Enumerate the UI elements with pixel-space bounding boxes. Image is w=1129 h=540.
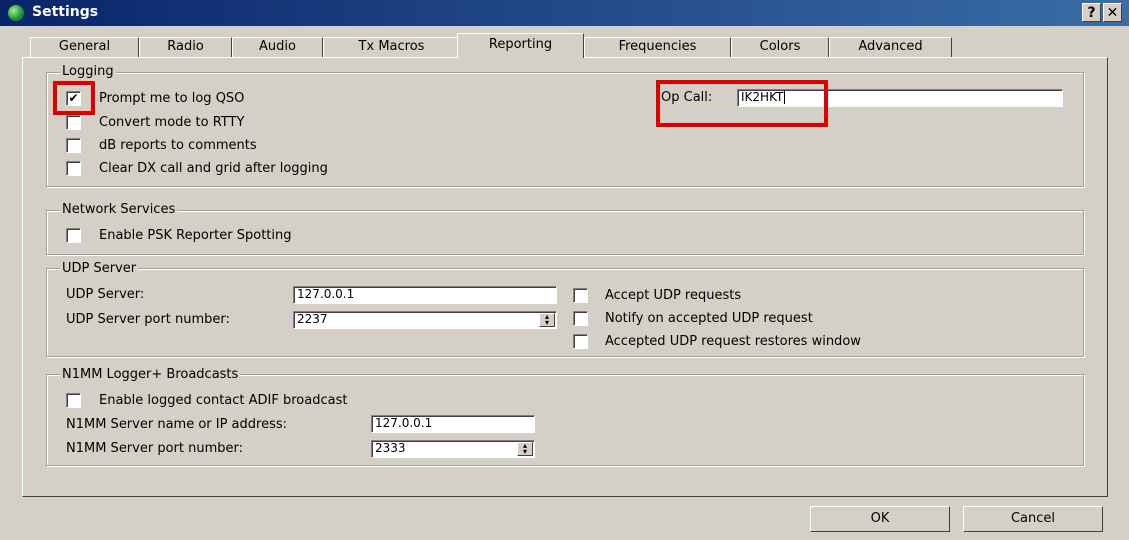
n1mm-port-stepper[interactable]: 2333 (371, 440, 535, 458)
title-bar[interactable] (0, 0, 1129, 26)
tab-reporting[interactable]: Reporting (457, 33, 584, 58)
convert-rtty-label[interactable]: Convert mode to RTTY (99, 115, 244, 131)
psk-reporter-label[interactable]: Enable PSK Reporter Spotting (99, 228, 292, 244)
n1mm-port-label: N1MM Server port number: (66, 441, 243, 456)
n1mm-server-label: N1MM Server name or IP address: (66, 417, 288, 432)
tab-audio[interactable]: Audio (232, 37, 323, 57)
db-reports-checkbox[interactable] (66, 138, 81, 153)
tab-frequencies[interactable]: Frequencies (584, 37, 731, 57)
udp-port-stepper[interactable]: 2237 (293, 311, 557, 329)
ok-button[interactable]: OK (810, 506, 950, 532)
window-title: Settings (32, 4, 99, 20)
highlight-op-call (656, 80, 828, 127)
psk-reporter-checkbox[interactable] (66, 228, 81, 243)
clear-dx-label[interactable]: Clear DX call and grid after logging (99, 161, 328, 177)
tab-radio[interactable]: Radio (139, 37, 232, 57)
udp-port-spin-buttons[interactable]: ▴ ▾ (539, 313, 555, 327)
prompt-log-label[interactable]: Prompt me to log QSO (99, 91, 244, 107)
notify-udp-checkbox[interactable] (573, 311, 588, 326)
spin-down-icon[interactable]: ▾ (540, 319, 554, 327)
highlight-prompt-log (53, 81, 95, 115)
restore-window-checkbox[interactable] (573, 334, 588, 349)
db-reports-label[interactable]: dB reports to comments (99, 138, 257, 154)
adif-broadcast-checkbox[interactable] (66, 393, 81, 408)
network-services-legend: Network Services (60, 202, 178, 217)
tab-general[interactable]: General (30, 37, 139, 57)
n1mm-legend: N1MM Logger+ Broadcasts (60, 367, 241, 382)
cancel-button[interactable]: Cancel (963, 506, 1103, 532)
notify-udp-label[interactable]: Notify on accepted UDP request (605, 311, 813, 327)
app-globe-icon (8, 5, 24, 21)
tab-advanced[interactable]: Advanced (829, 37, 952, 57)
help-button[interactable]: ? (1082, 3, 1101, 22)
n1mm-port-spin-buttons[interactable]: ▴ ▾ (517, 442, 533, 456)
spin-down-icon[interactable]: ▾ (518, 448, 532, 456)
logging-legend: Logging (60, 64, 116, 79)
udp-port-label: UDP Server port number: (66, 312, 230, 327)
udp-server-input[interactable]: 127.0.0.1 (293, 286, 557, 304)
n1mm-server-input[interactable]: 127.0.0.1 (371, 415, 535, 433)
tab-colors[interactable]: Colors (731, 37, 829, 57)
clear-dx-checkbox[interactable] (66, 161, 81, 176)
restore-window-label[interactable]: Accepted UDP request restores window (605, 334, 861, 350)
tab-tx-macros[interactable]: Tx Macros (323, 37, 460, 57)
close-button[interactable]: ✕ (1103, 3, 1122, 22)
udp-server-label: UDP Server: (66, 287, 145, 302)
accept-udp-label[interactable]: Accept UDP requests (605, 288, 741, 304)
convert-rtty-checkbox[interactable] (66, 115, 81, 130)
accept-udp-checkbox[interactable] (573, 288, 588, 303)
adif-broadcast-label[interactable]: Enable logged contact ADIF broadcast (99, 393, 347, 409)
udp-server-legend: UDP Server (60, 261, 139, 276)
close-icon: ✕ (1106, 5, 1119, 21)
